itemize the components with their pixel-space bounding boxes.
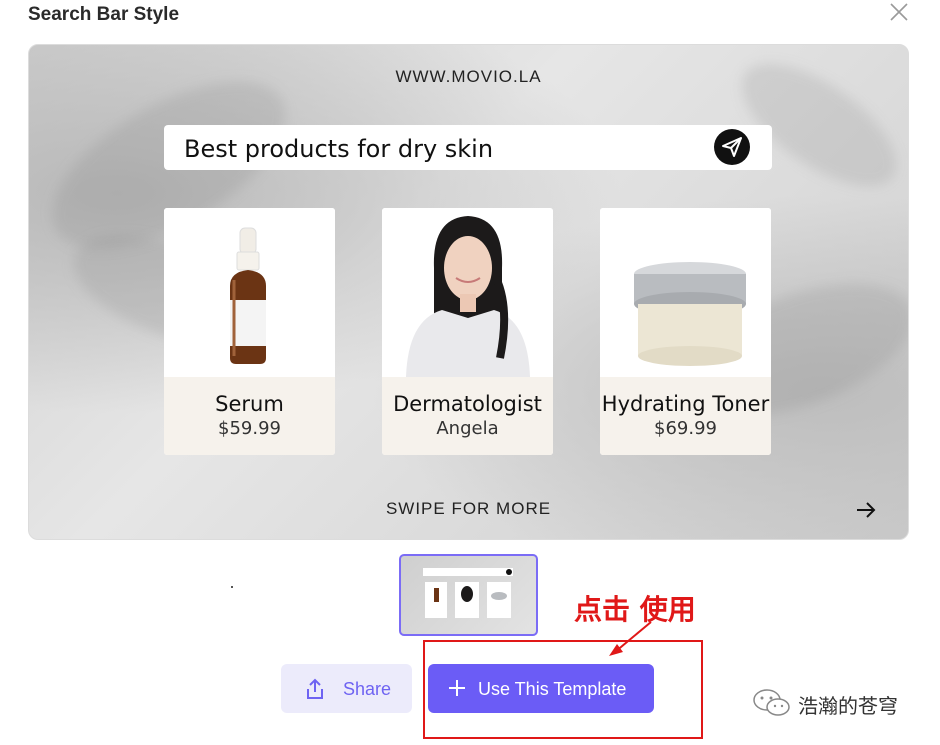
serum-bottle-image	[164, 208, 335, 377]
search-bar: Best products for dry skin	[164, 125, 772, 170]
swipe-label: SWIPE FOR MORE	[385, 499, 552, 518]
template-thumbnail[interactable]	[399, 554, 538, 636]
product-card: Hydrating Toner $69.99	[600, 208, 771, 455]
card-name: Dermatologist	[393, 392, 542, 416]
arrow-right-icon	[855, 499, 877, 521]
product-card: Serum $59.99	[164, 208, 335, 455]
share-label: Share	[343, 679, 392, 699]
product-card: Dermatologist Angela	[382, 208, 553, 455]
card-price: $59.99	[218, 418, 281, 439]
cream-jar-image	[600, 208, 771, 377]
card-name: Hydrating Toner	[601, 392, 770, 416]
annotation-highlight-box	[423, 640, 703, 739]
wechat-icon	[753, 689, 790, 716]
site-url: WWW.MOVIO.LA	[395, 67, 542, 86]
card-price: $69.99	[654, 418, 717, 439]
template-preview: WWW.MOVIO.LA Best products for dry skin …	[28, 44, 909, 540]
search-query: Best products for dry skin	[184, 135, 494, 163]
watermark: 浩瀚的苍穹	[752, 688, 898, 718]
modal-title: Search Bar Style	[28, 4, 180, 25]
share-icon	[305, 678, 325, 705]
card-subtitle: Angela	[436, 418, 499, 439]
avatar-image	[382, 208, 553, 377]
watermark-text: 浩瀚的苍穹	[798, 694, 898, 718]
close-icon[interactable]	[889, 2, 909, 22]
stray-dot	[231, 586, 233, 588]
send-icon	[714, 129, 750, 165]
card-name: Serum	[215, 392, 284, 416]
share-button[interactable]: Share	[281, 664, 412, 713]
